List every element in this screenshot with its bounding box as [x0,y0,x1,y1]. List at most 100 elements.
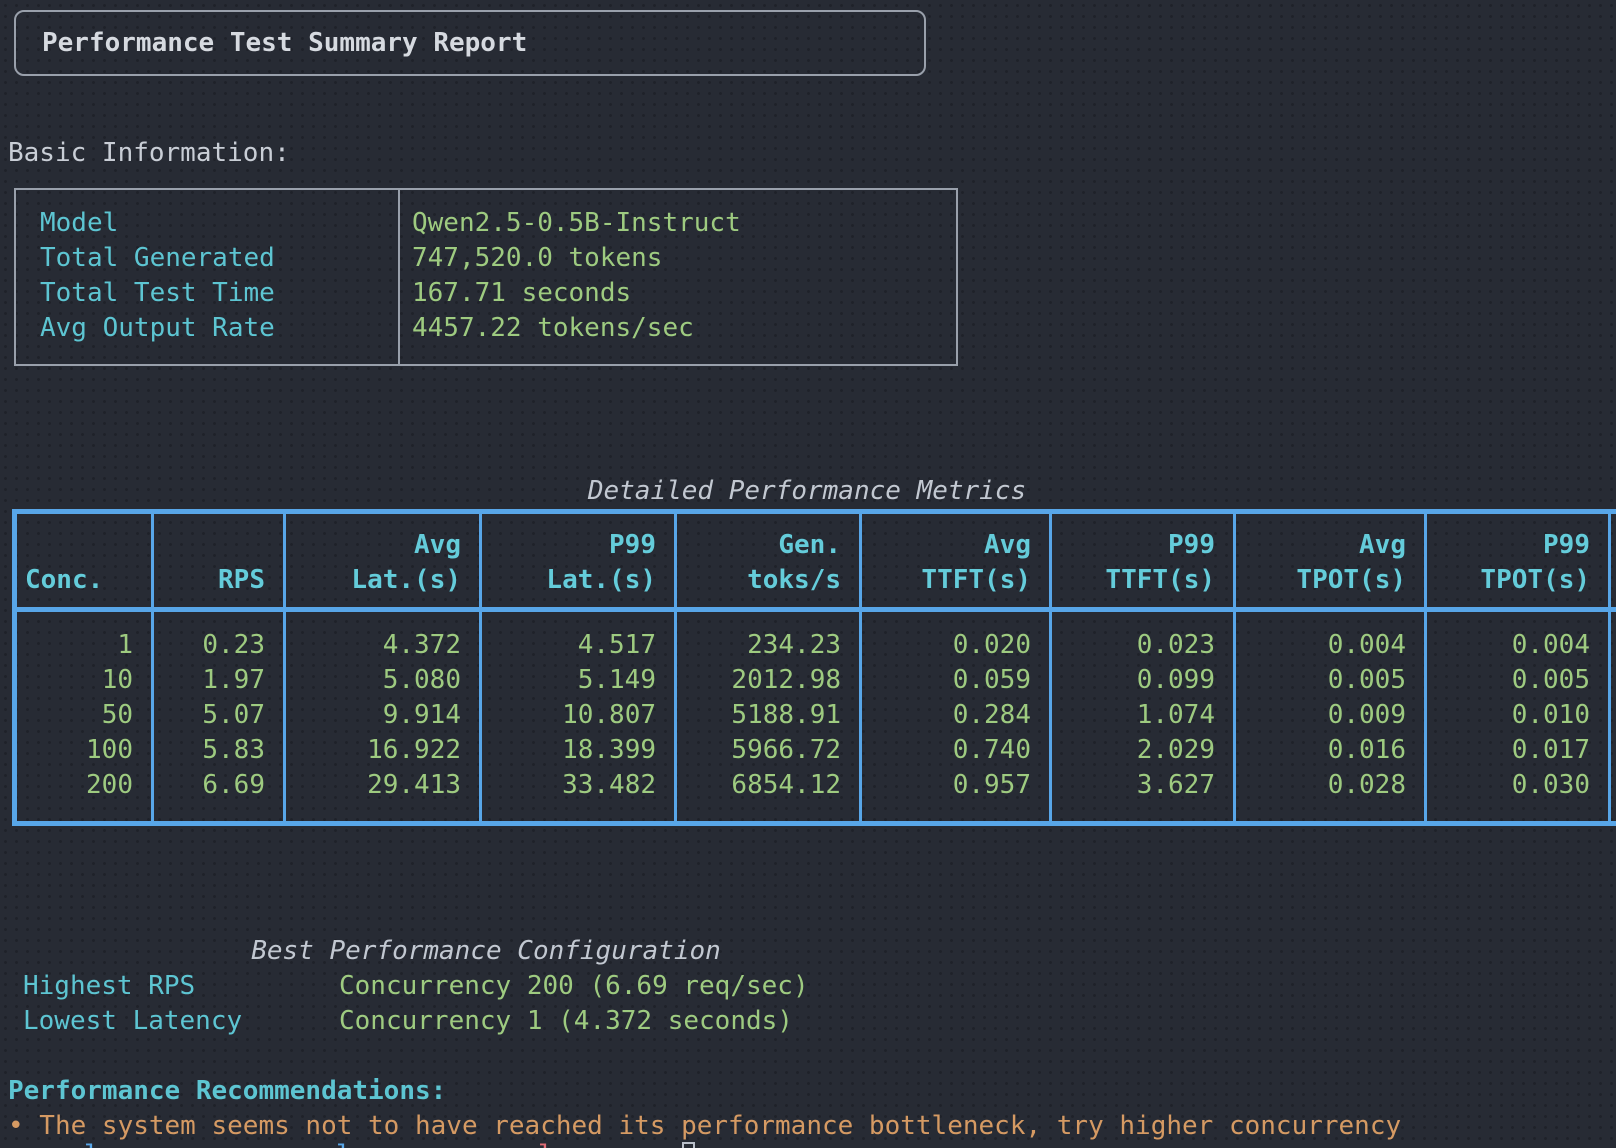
best-config-value: Concurrency 1 (4.372 seconds) [339,1006,793,1036]
metrics-table-title: Detailed Performance Metrics [12,474,1602,509]
metrics-column-header: P99TTFT(s) [1051,512,1235,610]
terminal-screen: { "title_panel": { "title": "Performance… [0,0,1616,1148]
metrics-data-row: 101.975.0805.1492012.980.0590.0990.0050.… [15,663,1616,698]
metrics-cell: 0.23 [153,610,285,664]
basic-info-value: Qwen2.5-0.5B-Instruct [412,206,956,241]
metrics-cell: 0.020 [861,610,1051,664]
metrics-cell: 0.028 [1235,768,1426,824]
metrics-cell: 1.97 [153,663,285,698]
basic-info-label: Total Generated [40,241,398,276]
metrics-cell: 0.005 [1235,663,1426,698]
metrics-cell: 0.059 [861,663,1051,698]
metrics-column-header: P99Lat.(s) [481,512,676,610]
metrics-cell: 0.023 [1051,610,1235,664]
metrics-column-header: AvgLat.(s) [285,512,481,610]
metrics-cell: 50 [15,698,153,733]
metrics-cell: 2.029 [1051,733,1235,768]
metrics-cell: 5.07 [153,698,285,733]
basic-information-panel: ModelTotal GeneratedTotal Test TimeAvg O… [14,188,958,366]
metrics-cell: 100.0% [1610,768,1616,824]
metrics-table: Conc.RPSAvgLat.(s)P99Lat.(s)Gen.toks/sAv… [12,509,1616,826]
metrics-cell: 5188.91 [676,698,861,733]
prompt-segment: > [4,1138,20,1148]
best-config-title: Best Performance Configuration [0,934,972,969]
prompt-segment: l [84,1138,100,1148]
metrics-cell: 18.399 [481,733,676,768]
metrics-data-row: 1005.8316.92218.3995966.720.7402.0290.01… [15,733,1616,768]
metrics-column-header: AvgTPOT(s) [1235,512,1426,610]
metrics-cell: 0.016 [1235,733,1426,768]
metrics-table-container: Conc.RPSAvgLat.(s)P99Lat.(s)Gen.toks/sAv… [12,509,1602,826]
metrics-cell: 33.482 [481,768,676,824]
metrics-cell: 5966.72 [676,733,861,768]
basic-info-value: 167.71 seconds [412,276,956,311]
best-config-row: Highest RPSConcurrency 200 (6.69 req/sec… [23,969,809,1004]
basic-info-label: Total Test Time [40,276,398,311]
metrics-cell: 100.0% [1610,663,1616,698]
metrics-cell: 0.284 [861,698,1051,733]
metrics-data-row: 2006.6929.41333.4826854.120.9573.6270.02… [15,768,1616,824]
metrics-data-row: 505.079.91410.8075188.910.2841.0740.0090… [15,698,1616,733]
metrics-cell: 5.83 [153,733,285,768]
basic-info-values-column: Qwen2.5-0.5B-Instruct747,520.0 tokens167… [400,190,956,364]
metrics-cell: 0.004 [1235,610,1426,664]
basic-info-value: 4457.22 tokens/sec [412,311,956,346]
metrics-cell: 100 [15,733,153,768]
metrics-cell: 4.517 [481,610,676,664]
metrics-cell: 0.099 [1051,663,1235,698]
metrics-cell: 9.914 [285,698,481,733]
best-config-value: Concurrency 200 (6.69 req/sec) [339,971,809,1001]
metrics-column-header: AvgTTFT(s) [861,512,1051,610]
report-title-panel: Performance Test Summary Report [14,10,926,76]
metrics-cell: 0.004 [1426,610,1610,664]
metrics-column-header: RPS [153,512,285,610]
metrics-cell: 1.074 [1051,698,1235,733]
metrics-cell: 10 [15,663,153,698]
metrics-cell: 5.080 [285,663,481,698]
basic-info-labels-column: ModelTotal GeneratedTotal Test TimeAvg O… [16,190,400,364]
metrics-cell: 0.030 [1426,768,1610,824]
basic-information-heading: Basic Information: [8,136,290,171]
metrics-cell: 29.413 [285,768,481,824]
metrics-cell: 4.372 [285,610,481,664]
metrics-column-header: P99TPOT(s) [1426,512,1610,610]
best-config-label: Lowest Latency [23,1004,339,1039]
metrics-cell: 0.740 [861,733,1051,768]
terminal-cursor [682,1142,695,1148]
metrics-cell: 1 [15,610,153,664]
basic-info-label: Avg Output Rate [40,311,398,346]
metrics-cell: 200 [15,768,153,824]
metrics-cell: 5.149 [481,663,676,698]
prompt-segment: l [336,1138,352,1148]
metrics-cell: 0.009 [1235,698,1426,733]
best-config-rows: Highest RPSConcurrency 200 (6.69 req/sec… [23,969,809,1039]
metrics-cell: 10.807 [481,698,676,733]
metrics-cell: 3.627 [1051,768,1235,824]
metrics-cell: 0.010 [1426,698,1610,733]
metrics-data-row: 10.234.3724.517234.230.0200.0230.0040.00… [15,610,1616,664]
basic-info-label: Model [40,206,398,241]
metrics-column-header: Conc. [15,512,153,610]
basic-info-value: 747,520.0 tokens [412,241,956,276]
metrics-header-row: Conc.RPSAvgLat.(s)P99Lat.(s)Gen.toks/sAv… [15,512,1616,610]
recommendations-heading: Performance Recommendations: [8,1074,446,1109]
metrics-table-body: 10.234.3724.517234.230.0200.0230.0040.00… [15,610,1616,824]
metrics-cell: 2012.98 [676,663,861,698]
metrics-column-header: Gen.toks/s [676,512,861,610]
metrics-cell: 234.23 [676,610,861,664]
metrics-cell: 100.0% [1610,610,1616,664]
metrics-cell: 100.0% [1610,733,1616,768]
metrics-cell: 0.957 [861,768,1051,824]
metrics-cell: 100.0% [1610,698,1616,733]
prompt-segment: l [538,1138,554,1148]
metrics-cell: 16.922 [285,733,481,768]
metrics-column-header: SuccessRate [1610,512,1616,610]
metrics-cell: 6.69 [153,768,285,824]
best-config-row: Lowest LatencyConcurrency 1 (4.372 secon… [23,1004,809,1039]
metrics-cell: 6854.12 [676,768,861,824]
best-config-label: Highest RPS [23,969,339,1004]
report-title: Performance Test Summary Report [42,26,527,61]
terminal-prompt-partial: > l l l [0,1138,1616,1148]
metrics-cell: 0.005 [1426,663,1610,698]
metrics-cell: 0.017 [1426,733,1610,768]
